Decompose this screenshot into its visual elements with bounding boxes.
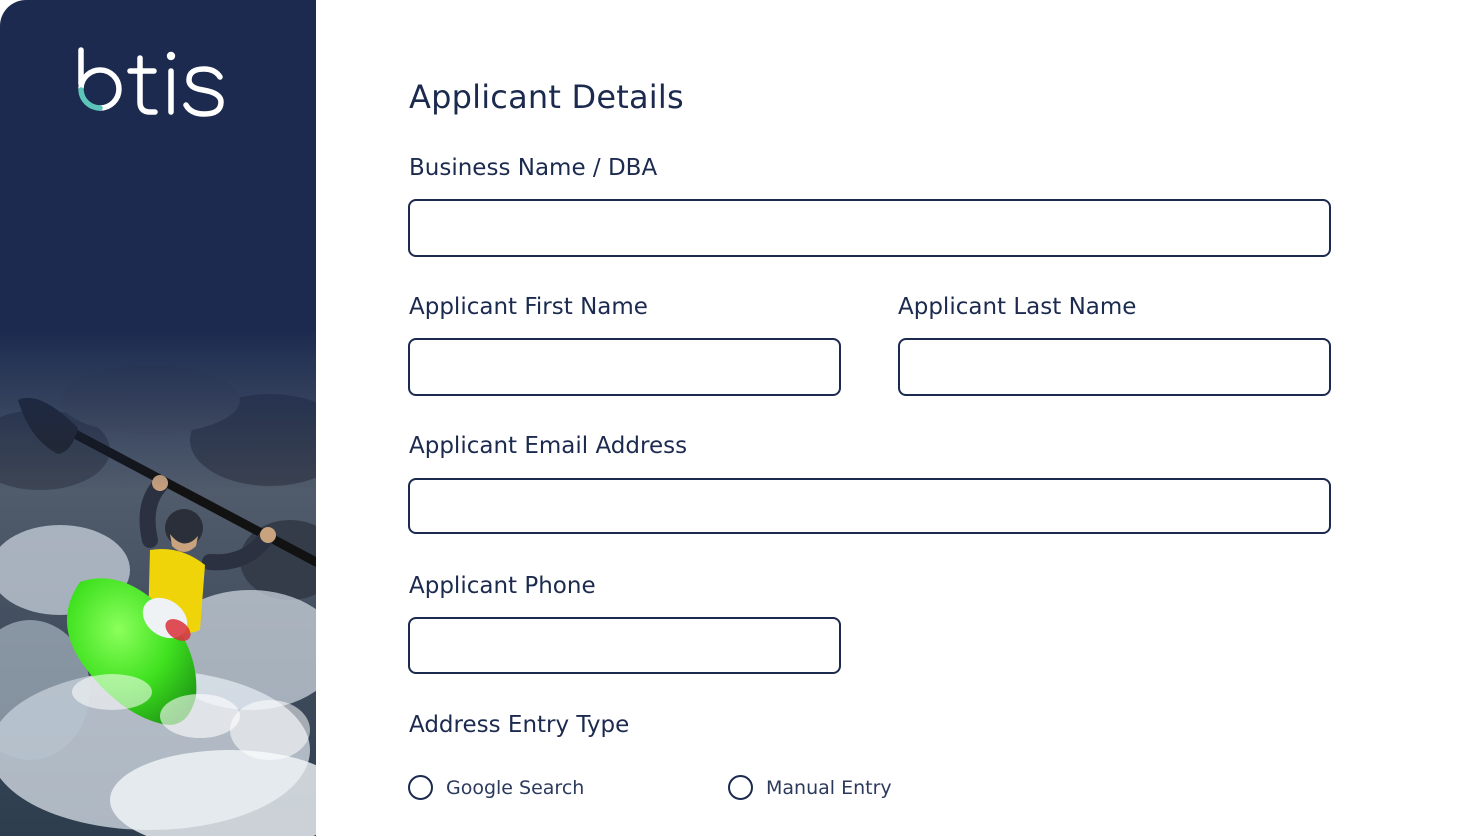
app-frame: Applicant Details Business Name / DBA Ap… (0, 0, 1460, 836)
phone-label: Applicant Phone (409, 573, 596, 599)
last-name-input[interactable] (898, 338, 1331, 396)
radio-label: Google Search (446, 776, 585, 799)
kayaker-photo (0, 330, 316, 836)
email-input[interactable] (408, 478, 1331, 534)
btis-logo (78, 47, 224, 117)
address-entry-type-label: Address Entry Type (409, 712, 630, 738)
radio-google-search[interactable]: Google Search (408, 775, 584, 800)
page-title: Applicant Details (409, 78, 684, 116)
radio-button[interactable] (728, 775, 753, 800)
radio-label: Manual Entry (766, 776, 892, 799)
phone-input[interactable] (408, 617, 841, 674)
form-panel: Applicant Details Business Name / DBA Ap… (316, 0, 1460, 836)
email-label: Applicant Email Address (409, 433, 688, 459)
radio-manual-entry[interactable]: Manual Entry (728, 775, 892, 800)
business-name-input[interactable] (408, 199, 1331, 257)
first-name-label: Applicant First Name (409, 294, 648, 320)
last-name-label: Applicant Last Name (898, 294, 1137, 320)
business-name-label: Business Name / DBA (409, 155, 658, 181)
first-name-input[interactable] (408, 338, 841, 396)
radio-button[interactable] (408, 775, 433, 800)
sidebar (0, 0, 316, 836)
